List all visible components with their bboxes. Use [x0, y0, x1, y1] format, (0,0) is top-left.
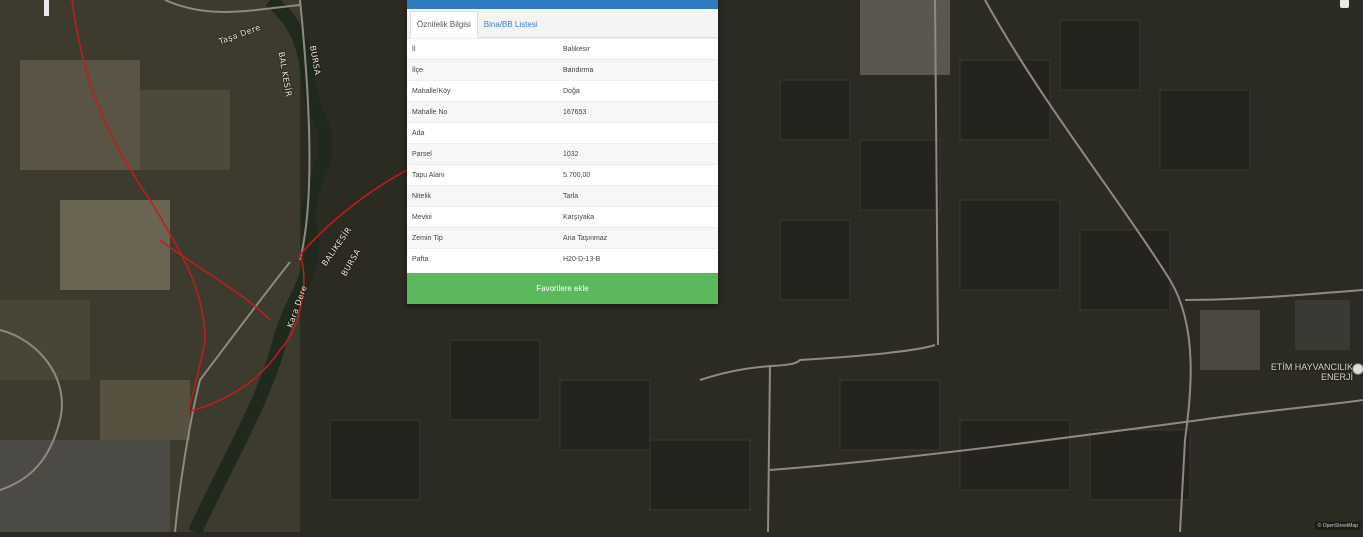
attribute-key: Mevkii	[407, 206, 558, 228]
popup-tabs: Öznitelik Bilgisi Bina/BB Listesi	[407, 9, 718, 38]
attribute-value: Balıkesir	[558, 38, 718, 60]
attribute-value: Tarla	[558, 185, 718, 207]
attribute-value: 1032	[558, 143, 718, 165]
attribute-value: 5.700,00	[558, 164, 718, 186]
attribute-value: H20-D-13-B	[558, 248, 718, 269]
attribute-value: Karşıyaka	[558, 206, 718, 228]
attribute-key: İl	[407, 38, 558, 60]
attribute-key: Nitelik	[407, 185, 558, 207]
attribute-value: Ana Taşınmaz	[558, 227, 718, 249]
table-row: Mahalle/Köy Doğa	[407, 80, 718, 102]
poi-label[interactable]: ETİM HAYVANCILIK ENERJİ	[1271, 362, 1353, 382]
attribute-value	[558, 122, 718, 144]
table-row: Nitelik Tarla	[407, 185, 718, 207]
table-row: İl Balıkesir	[407, 38, 718, 60]
attribute-key: Ada	[407, 122, 558, 144]
parcel-info-popup: Öznitelik Bilgisi Bina/BB Listesi İl Balı…	[407, 0, 718, 304]
tab-attribute-info[interactable]: Öznitelik Bilgisi	[410, 11, 478, 38]
table-row: Zemin Tip Ana Taşınmaz	[407, 227, 718, 249]
parcel-attribute-table: İl Balıkesir İlçe Bandırma Mahalle/Köy Doğa Ma…	[407, 38, 718, 269]
popup-header	[407, 0, 718, 9]
poi-marker-icon[interactable]	[1352, 363, 1363, 375]
table-row: Ada	[407, 122, 718, 144]
poi-label-line2: ENERJİ	[1320, 372, 1353, 382]
table-row: Mahalle No 167653	[407, 101, 718, 123]
map-control-right[interactable]	[1340, 0, 1349, 8]
table-row: İlçe Bandırma	[407, 59, 718, 81]
tab-building-list[interactable]: Bina/BB Listesi	[478, 12, 544, 37]
table-row: Tapu Alanı 5.700,00	[407, 164, 718, 186]
attribute-key: Mahalle/Köy	[407, 80, 558, 102]
table-row: Parsel 1032	[407, 143, 718, 165]
attribute-key: Pafta	[407, 248, 558, 269]
attribute-value: Bandırma	[558, 59, 718, 81]
map-control-left[interactable]	[44, 0, 49, 16]
attribute-key: Zemin Tip	[407, 227, 558, 249]
attribute-key: İlçe	[407, 59, 558, 81]
table-row: Mevkii Karşıyaka	[407, 206, 718, 228]
map-attribution: © OpenStreetMap	[1314, 522, 1361, 530]
table-row: Pafta H20-D-13-B	[407, 248, 718, 269]
add-to-favorites-button[interactable]: Favorilere ekle	[407, 273, 718, 304]
attribute-key: Mahalle No	[407, 101, 558, 123]
attribute-key: Parsel	[407, 143, 558, 165]
attribute-value: 167653	[558, 101, 718, 123]
attribute-key: Tapu Alanı	[407, 164, 558, 186]
poi-label-line1: ETİM HAYVANCILIK	[1270, 362, 1353, 372]
attribute-value: Doğa	[558, 80, 718, 102]
